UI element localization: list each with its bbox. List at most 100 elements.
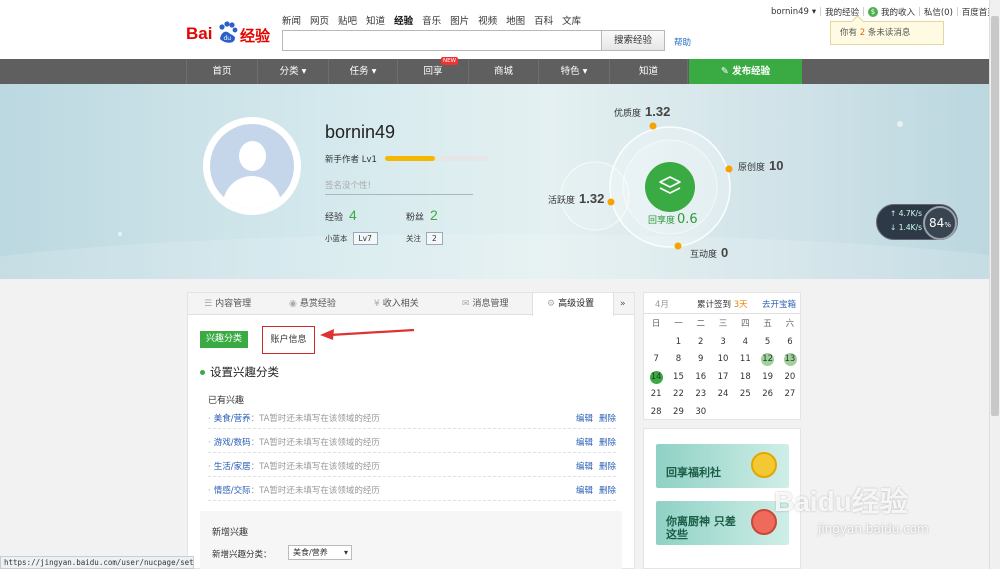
search-nav-5[interactable]: 音乐	[422, 13, 441, 27]
search-nav-0[interactable]: 新闻	[282, 13, 301, 27]
tabs-more-icon[interactable]: »	[620, 293, 626, 315]
calendar-day[interactable]: 30	[690, 404, 712, 422]
search-nav-9[interactable]: 百科	[534, 13, 553, 27]
calendar-day[interactable]: 28	[645, 404, 667, 422]
messages-link[interactable]: 私信(0)	[924, 6, 953, 18]
blue-book-tag[interactable]: 小蓝本 Lv7	[325, 232, 378, 245]
calendar-day[interactable]: 29	[667, 404, 689, 422]
signature-input[interactable]: 签名没个性!	[325, 179, 473, 195]
interest-row: 美食/营养：TA暂时还未填写在该领域的经历 编辑删除	[208, 406, 616, 429]
nav-category[interactable]: 分类 ▾	[257, 59, 328, 84]
calendar-day[interactable]: 4	[734, 334, 756, 352]
interest-name[interactable]: 美食/营养：TA暂时还未填写在该领域的经历	[208, 412, 380, 424]
calendar-day[interactable]: 27	[779, 386, 801, 404]
search-nav-2[interactable]: 贴吧	[338, 13, 357, 27]
search-nav-7[interactable]: 视频	[478, 13, 497, 27]
nav-tasks[interactable]: 任务 ▾	[328, 59, 397, 84]
quality-value: 1.32	[645, 104, 671, 119]
tab-reward-experience[interactable]: ◉ 悬赏经验	[289, 293, 336, 315]
tab-label: 消息管理	[472, 299, 509, 309]
nav-zhidao[interactable]: 知道	[609, 59, 688, 84]
calendar-day[interactable]: 21	[645, 386, 667, 404]
ad-banner-welfare[interactable]: 回享福利社	[656, 444, 789, 488]
interest-name-text: 情感/交际	[213, 486, 251, 496]
edit-link[interactable]: 编辑	[576, 486, 593, 496]
avatar[interactable]	[203, 117, 301, 215]
nav-featured[interactable]: 特色 ▾	[538, 59, 609, 84]
search-input[interactable]	[282, 30, 602, 51]
edit-link[interactable]: 编辑	[576, 438, 593, 448]
calendar-day-checked[interactable]: 12	[756, 351, 778, 369]
calendar-day[interactable]: 19	[756, 369, 778, 387]
delete-link[interactable]: 删除	[599, 462, 616, 472]
calendar-day[interactable]: 9	[690, 351, 712, 369]
calendar-day[interactable]: 15	[667, 369, 689, 387]
search-nav-4[interactable]: 经验	[394, 13, 413, 27]
calendar-day[interactable]: 11	[734, 351, 756, 369]
tab-content-management[interactable]: ☰ 内容管理	[204, 293, 251, 315]
calendar-day[interactable]: 18	[734, 369, 756, 387]
calendar-day[interactable]: 8	[667, 351, 689, 369]
experience-stat[interactable]: 经验 4	[325, 207, 357, 223]
account-info-button[interactable]: 账户信息	[262, 326, 315, 354]
interest-desc: ：TA暂时还未填写在该领域的经历	[250, 414, 380, 424]
my-income-link[interactable]: 我的收入	[881, 6, 915, 18]
calendar-day[interactable]: 22	[667, 386, 689, 404]
username-link[interactable]: bornin49	[771, 7, 809, 17]
interaction-label: 互动度	[690, 250, 718, 260]
calendar-day[interactable]: 7	[645, 351, 667, 369]
tab-messages[interactable]: ✉ 消息管理	[462, 293, 509, 315]
calendar-day[interactable]: 10	[712, 351, 734, 369]
search-nav-1[interactable]: 网页	[310, 13, 329, 27]
calendar-day[interactable]: 3	[712, 334, 734, 352]
calendar-day[interactable]: 17	[712, 369, 734, 387]
calendar-day[interactable]: 25	[734, 386, 756, 404]
chevron-down-icon[interactable]: ▾	[812, 7, 816, 17]
network-speed-widget[interactable]: ↑ 4.7K/s ↓ 1.4K/s 84%	[876, 204, 958, 240]
tab-income[interactable]: ¥ 收入相关	[374, 293, 419, 315]
follow-tag[interactable]: 关注 2	[406, 232, 443, 245]
interest-desc: ：TA暂时还未填写在该领域的经历	[250, 486, 380, 496]
nav-home[interactable]: 首页	[186, 59, 257, 84]
calendar-day[interactable]: 16	[690, 369, 712, 387]
scrollbar-thumb[interactable]	[991, 16, 999, 416]
calendar-day[interactable]: 23	[690, 386, 712, 404]
fans-stat[interactable]: 粉丝 2	[406, 207, 438, 223]
search-nav-3[interactable]: 知道	[366, 13, 385, 27]
calendar-day[interactable]: 1	[667, 334, 689, 352]
tab-advanced-settings[interactable]: ⚙ 高级设置	[532, 293, 614, 316]
search-nav-8[interactable]: 地图	[506, 13, 525, 27]
delete-link[interactable]: 删除	[599, 438, 616, 448]
new-interest-select[interactable]: 美食/营养	[288, 545, 352, 560]
calendar-day[interactable]: 20	[779, 369, 801, 387]
interest-name[interactable]: 游戏/数码：TA暂时还未填写在该领域的经历	[208, 436, 380, 448]
calendar-day-checked[interactable]: 14	[645, 369, 667, 387]
delete-link[interactable]: 删除	[599, 414, 616, 424]
calendar-day[interactable]: 24	[712, 386, 734, 404]
interest-category-button[interactable]: 兴趣分类	[200, 331, 248, 348]
vertical-scrollbar[interactable]	[989, 0, 1000, 569]
calendar-day[interactable]: 6	[779, 334, 801, 352]
baidu-jingyan-logo[interactable]: Bai du 经验	[186, 18, 276, 48]
search-nav-6[interactable]: 图片	[450, 13, 469, 27]
ad-banner-chef[interactable]: 你离厨神 只差这些	[656, 501, 789, 545]
nav-mall[interactable]: 商城	[468, 59, 538, 84]
open-chest-link[interactable]: 去开宝箱	[762, 298, 796, 310]
unread-message-tooltip[interactable]: 你有 2 条未读消息	[830, 21, 944, 45]
calendar-day-checked[interactable]: 13	[779, 351, 801, 369]
interest-name[interactable]: 生活/家居：TA暂时还未填写在该领域的经历	[208, 460, 380, 472]
search-nav-10[interactable]: 文库	[562, 13, 581, 27]
calendar-day[interactable]: 2	[690, 334, 712, 352]
search-button[interactable]: 搜索经验	[601, 30, 665, 51]
my-experience-link[interactable]: 我的经验	[825, 6, 859, 18]
delete-link[interactable]: 删除	[599, 486, 616, 496]
interest-name[interactable]: 情感/交际：TA暂时还未填写在该领域的经历	[208, 484, 380, 496]
checkin-summary: 累计签到 3天	[697, 298, 748, 310]
calendar-day[interactable]: 5	[756, 334, 778, 352]
edit-link[interactable]: 编辑	[576, 462, 593, 472]
calendar-day[interactable]: 26	[756, 386, 778, 404]
download-speed: ↓ 1.4K/s	[890, 223, 922, 232]
publish-experience-button[interactable]: ✎ 发布经验	[689, 59, 802, 84]
edit-link[interactable]: 编辑	[576, 414, 593, 424]
help-link[interactable]: 帮助	[674, 36, 691, 48]
